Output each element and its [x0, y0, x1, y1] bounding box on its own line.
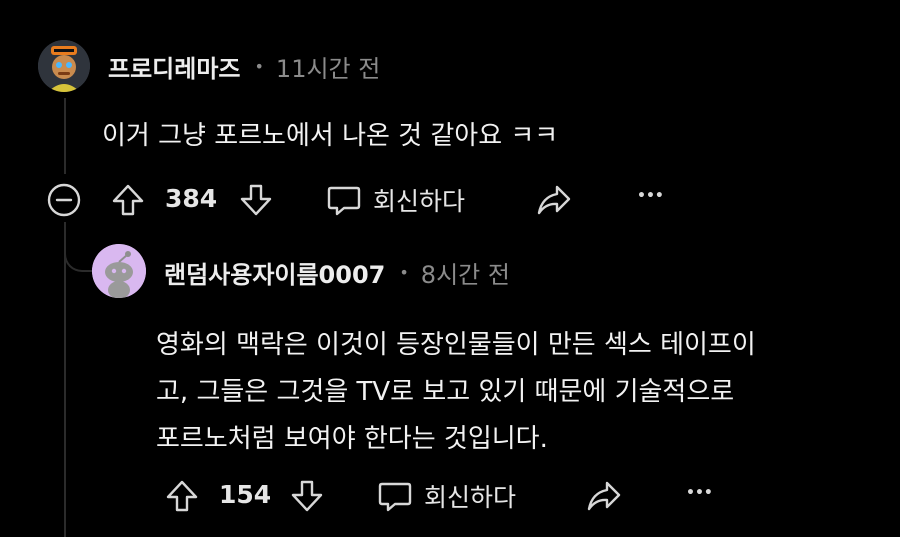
collapse-icon: [47, 183, 81, 217]
comment-meta: 랜덤사용자이름0007 • 8시간 전: [164, 255, 510, 290]
comment-meta: 프로디레마즈 • 11시간 전: [108, 49, 380, 84]
reply-label: 회신하다: [373, 187, 466, 216]
share-arrow-icon: [587, 481, 621, 511]
comment-body: 영화의 맥락은 이것이 등장인물들이 만든 섹스 테이프이 고, 그들은 그것을…: [156, 322, 756, 463]
timestamp[interactable]: 11시간 전: [276, 49, 380, 84]
separator-dot: •: [399, 262, 409, 282]
username[interactable]: 프로디레마즈: [108, 49, 240, 84]
username[interactable]: 랜덤사용자이름0007: [164, 255, 385, 290]
user-avatar-icon: [38, 40, 90, 92]
avatar[interactable]: [38, 40, 90, 92]
downvote-arrow-icon: [240, 184, 272, 216]
reply-button[interactable]: 회신하다: [376, 476, 516, 516]
downvote-arrow-icon: [291, 480, 323, 512]
upvote-arrow-icon: [166, 480, 198, 512]
comment-bubble-icon: [327, 186, 361, 216]
thread-line-child: [64, 222, 66, 537]
comment-body-line: 영화의 맥락은 이것이 등장인물들이 만든 섹스 테이프이: [156, 330, 756, 360]
reply-label: 회신하다: [424, 483, 517, 512]
vote-count: 154: [219, 480, 272, 509]
share-arrow-icon: [537, 185, 571, 215]
more-options-button[interactable]: •••: [686, 485, 713, 501]
more-options-icon: •••: [686, 485, 713, 501]
comment-body-line: 고, 그들은 그것을 TV로 보고 있기 때문에 기술적으로: [156, 377, 735, 407]
thread-line-main: [64, 98, 66, 174]
upvote-button[interactable]: [164, 478, 200, 514]
thread-connector: [64, 222, 92, 272]
reddit-snoo-avatar-icon: [92, 244, 146, 298]
more-options-button[interactable]: •••: [637, 188, 664, 204]
share-button[interactable]: [585, 478, 623, 514]
more-options-icon: •••: [637, 188, 664, 204]
comment-body: 이거 그냥 포르노에서 나온 것 같아요 ㅋㅋ: [102, 121, 559, 151]
downvote-button[interactable]: [289, 478, 325, 514]
comment-body-line: 포르노처럼 보여야 한다는 것입니다.: [156, 424, 548, 454]
collapse-button[interactable]: [46, 182, 82, 218]
separator-dot: •: [254, 56, 264, 76]
upvote-button[interactable]: [110, 182, 146, 218]
avatar[interactable]: [92, 244, 146, 298]
share-button[interactable]: [535, 182, 573, 218]
upvote-arrow-icon: [112, 184, 144, 216]
vote-count: 384: [165, 184, 218, 213]
reply-button[interactable]: 회신하다: [325, 180, 465, 220]
timestamp[interactable]: 8시간 전: [421, 255, 510, 290]
downvote-button[interactable]: [238, 182, 274, 218]
comment-bubble-icon: [378, 482, 412, 512]
